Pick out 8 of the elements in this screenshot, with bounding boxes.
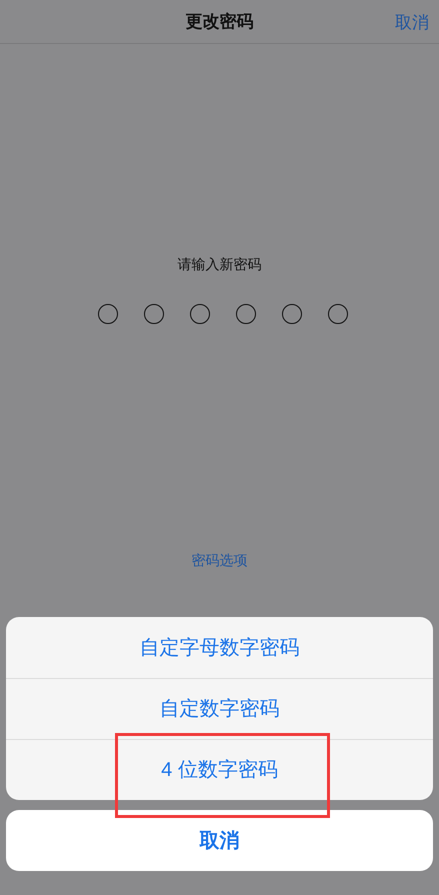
cancel-link[interactable]: 取消	[395, 10, 429, 36]
sheet-cancel-button[interactable]: 取消	[6, 810, 433, 871]
sheet-option[interactable]: 4 位数字密码	[6, 739, 433, 800]
passcode-options-link[interactable]: 密码选项	[192, 550, 248, 571]
sheet-option[interactable]: 自定字母数字密码	[6, 617, 433, 678]
nav-title: 更改密码	[186, 10, 254, 33]
sheet-option[interactable]: 自定数字密码	[6, 678, 433, 739]
prompt-text: 请输入新密码	[178, 255, 262, 274]
